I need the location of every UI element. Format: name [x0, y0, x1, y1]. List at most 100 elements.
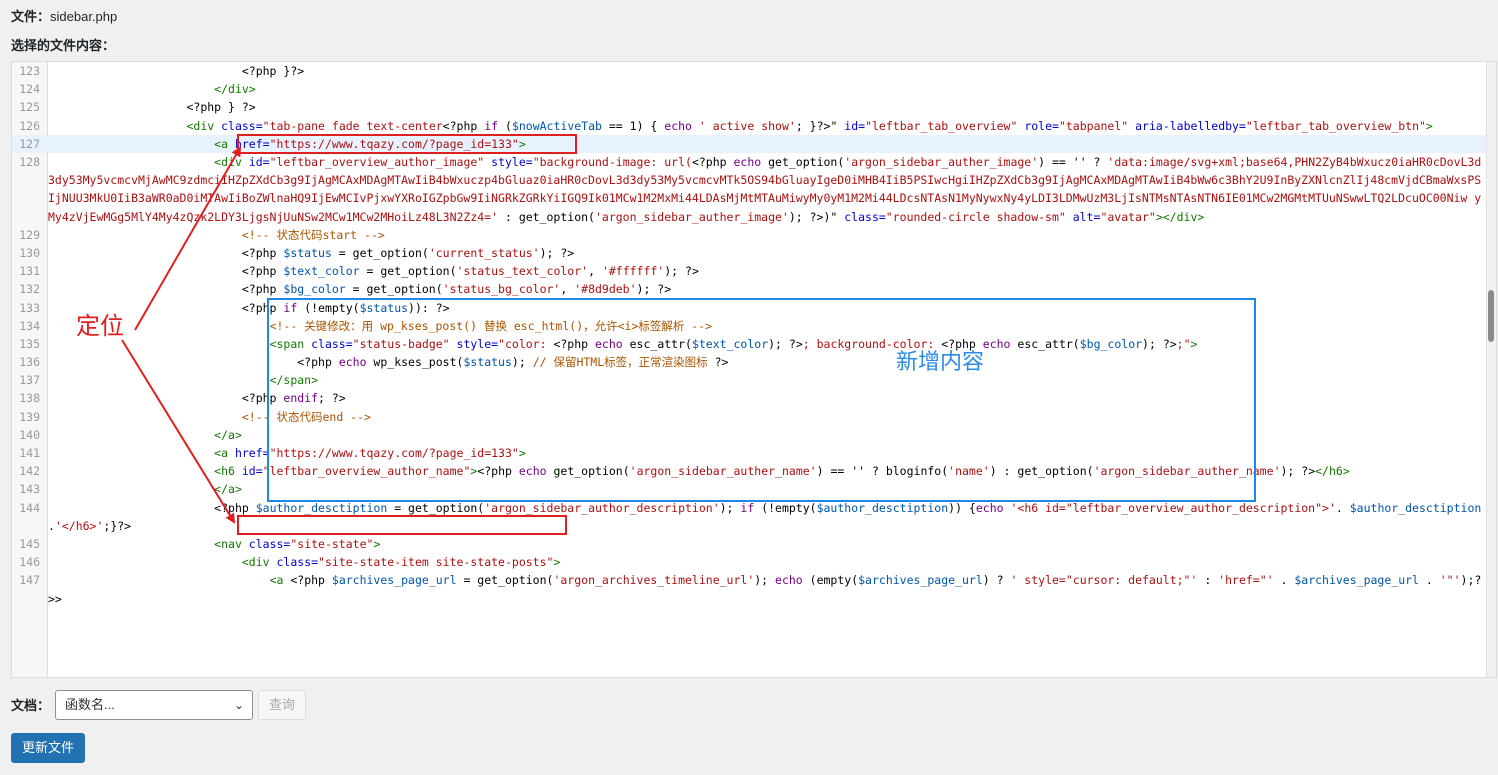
code-token: id=: [241, 464, 263, 479]
code-line[interactable]: 123 <?php }?>: [12, 62, 1486, 80]
code-token: echo: [664, 118, 692, 133]
code-token: ' style="cursor: default;"': [1010, 573, 1198, 588]
code-token: (!empty(: [754, 500, 817, 515]
line-number: 137: [19, 373, 40, 388]
code-line[interactable]: 146 <div class="site-state-item site-sta…: [12, 553, 1486, 571]
code-line[interactable]: 144 <?php $author_desctiption = get_opti…: [12, 499, 1486, 535]
line-text: <?php $status = get_option('current_stat…: [48, 244, 1486, 262]
selected-content-label: 选择的文件内容：: [11, 38, 116, 53]
code-token: 'argon_sidebar_auther_image': [844, 154, 1039, 169]
code-line[interactable]: 147 <a <?php $archives_page_url = get_op…: [12, 571, 1486, 607]
code-token: $status: [283, 245, 332, 260]
code-token: "site-state-item site-state-posts": [318, 555, 554, 570]
query-button[interactable]: 查询: [258, 690, 306, 720]
code-token: '#ffffff': [601, 264, 665, 279]
code-token: role=: [1017, 118, 1059, 133]
code-token: $archives_page_url: [858, 573, 983, 588]
code-token: ; }?>": [795, 118, 845, 133]
code-token: <a: [214, 446, 235, 460]
code-token: $nowActiveTab: [511, 118, 602, 133]
code-token: "rounded-circle shadow-sm": [885, 209, 1066, 224]
code-token: 'status_bg_color': [442, 282, 561, 297]
code-token: class=: [844, 209, 886, 224]
code-token: <?php: [48, 391, 284, 406]
code-line[interactable]: 130 <?php $status = get_option('current_…: [12, 244, 1486, 262]
code-token: '"': [1439, 573, 1461, 588]
code-token: $text_color: [283, 264, 360, 279]
chevron-down-icon: ⌄: [233, 698, 244, 712]
code-token: <?php: [48, 282, 284, 297]
code-token: "leftbar_tab_overview_btn": [1245, 118, 1426, 133]
code-token: class=: [276, 555, 319, 570]
code-token: $archives_page_url: [331, 573, 457, 588]
code-line[interactable]: 129 <!-- 状态代码start -->: [12, 226, 1486, 244]
code-line[interactable]: 127 <a href="https://www.tqazy.com/?page…: [12, 134, 1486, 153]
code-token: <?php }?>: [48, 64, 305, 78]
code-token: "background-image: url(: [532, 154, 692, 169]
code-token: <nav: [214, 536, 249, 551]
code-token: "leftbar_overview_author_image": [269, 154, 485, 169]
code-token: = get_option(: [331, 245, 429, 260]
code-token: "leftbar_tab_overview": [865, 118, 1018, 133]
code-token: (empty(: [802, 573, 859, 588]
line-text: <div id="leftbar_overview_author_image" …: [48, 153, 1486, 226]
line-number: 139: [19, 409, 40, 424]
code-token: ;}?>: [103, 518, 132, 533]
code-token: ,: [560, 282, 575, 297]
code-token: == 1) {: [601, 118, 665, 133]
code-token: '</h6>': [54, 518, 104, 533]
line-text: <div class="site-state-item site-state-p…: [48, 553, 1486, 571]
code-line[interactable]: 128 <div id="leftbar_overview_author_ima…: [12, 153, 1486, 226]
code-line[interactable]: 125 <?php } ?>: [12, 98, 1486, 116]
code-token: >: [553, 555, 561, 570]
code-line[interactable]: 126 <div class="tab-pane fade text-cente…: [12, 117, 1486, 135]
code-token: $archives_page_url: [1294, 573, 1419, 588]
line-number: 133: [19, 300, 40, 315]
code-token: <a: [214, 136, 235, 151]
scrollbar-thumb[interactable]: [1488, 290, 1494, 342]
line-number: 135: [19, 336, 40, 351]
code-line[interactable]: 145 <nav class="site-state">: [12, 535, 1486, 553]
code-token: </div>: [214, 82, 256, 97]
line-number: 142: [19, 464, 40, 479]
line-number: 131: [19, 264, 40, 279]
code-token: '<h6 id="leftbar_overview_author_descrip…: [1003, 500, 1336, 515]
update-file-button[interactable]: 更新文件: [11, 733, 85, 763]
code-token: if: [740, 500, 755, 515]
locate-box-top: [237, 134, 577, 154]
line-number: 124: [19, 82, 40, 97]
code-line[interactable]: 131 <?php $text_color = get_option('stat…: [12, 262, 1486, 280]
file-name-line: 文件：sidebar.php: [11, 6, 117, 25]
editor-scrollbar[interactable]: [1486, 62, 1496, 677]
line-number: 136: [19, 355, 40, 370]
code-token: 'argon_sidebar_auther_image': [594, 209, 789, 224]
code-line[interactable]: 132 <?php $bg_color = get_option('status…: [12, 280, 1486, 298]
code-token: = get_option(: [345, 282, 443, 297]
line-number: 143: [19, 482, 40, 497]
line-number: 138: [19, 391, 40, 406]
code-line[interactable]: 124 </div>: [12, 80, 1486, 98]
line-number: 134: [19, 318, 40, 333]
code-token: if: [484, 118, 499, 133]
code-token: 'argon_sidebar_author_description': [484, 500, 720, 515]
line-number: 128: [19, 154, 40, 169]
function-name-select[interactable]: 函数名... ⌄: [55, 690, 253, 720]
code-token: ></div>: [1155, 209, 1205, 224]
line-text: <div class="tab-pane fade text-center<?p…: [48, 117, 1486, 135]
code-token: <?php } ?>: [48, 100, 256, 115]
line-text: <!-- 状态代码start -->: [48, 226, 1486, 244]
code-token: <a: [269, 573, 291, 588]
code-token: ); ?>: [636, 282, 672, 297]
code-token: <div: [241, 555, 277, 570]
code-token: 'href="': [1218, 573, 1274, 588]
code-token: ); ?>: [539, 245, 575, 260]
code-token: "site-state": [290, 536, 374, 551]
line-number: 125: [19, 100, 40, 115]
